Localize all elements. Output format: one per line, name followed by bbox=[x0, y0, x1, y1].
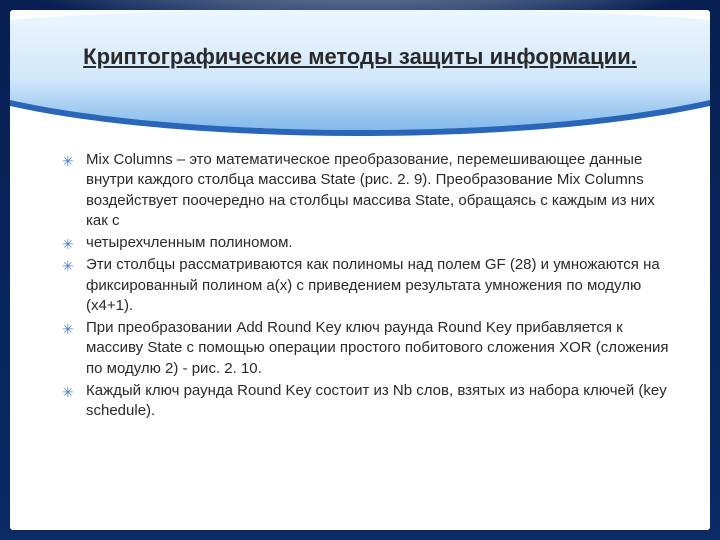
list-item: четырехчленным полиномом. bbox=[60, 233, 680, 253]
slide-background: Криптографические методы защиты информац… bbox=[0, 0, 720, 540]
slide-card: Криптографические методы защиты информац… bbox=[10, 10, 710, 530]
header-wave-decoration bbox=[10, 10, 710, 160]
list-item: Mix Columns – это математическое преобра… bbox=[60, 150, 680, 231]
list-item: При преобразовании Add Round Key ключ ра… bbox=[60, 318, 680, 379]
bullet-list: Mix Columns – это математическое преобра… bbox=[60, 150, 680, 421]
list-item: Каждый ключ раунда Round Key состоит из … bbox=[60, 381, 680, 422]
slide-title: Криптографические методы защиты информац… bbox=[10, 44, 710, 70]
list-item: Эти столбцы рассматриваются как полиномы… bbox=[60, 255, 680, 316]
slide-content: Mix Columns – это математическое преобра… bbox=[60, 150, 680, 423]
